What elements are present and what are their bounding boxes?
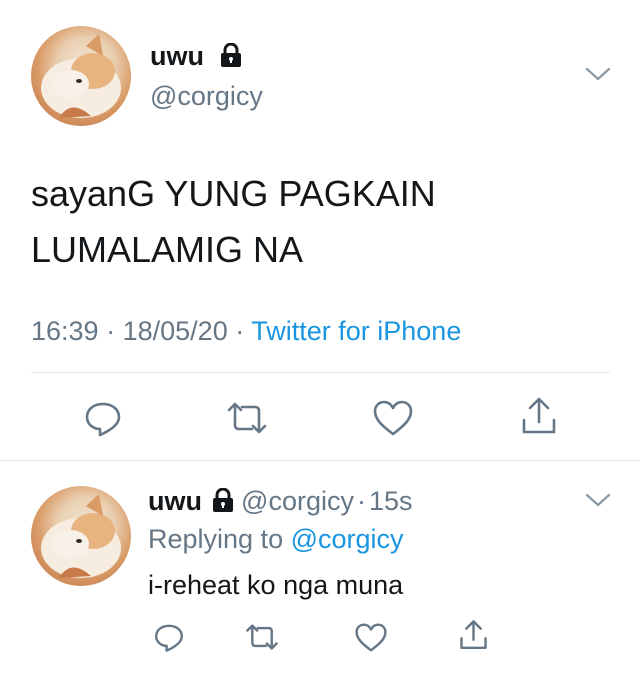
main-handle[interactable]: @corgicy [150,80,263,112]
main-tweet-line-1: sayanG YUNG PAGKAIN [31,173,436,214]
main-display-name-text: uwu [150,41,204,71]
meta-separator: · [106,316,116,346]
replying-to-handle[interactable]: @corgicy [291,524,404,554]
corgi-avatar-image [41,494,121,578]
reply-age: 15s [368,486,413,516]
tweet-date: 18/05/20 [122,316,228,346]
like-icon[interactable] [373,400,413,436]
lock-icon [220,43,242,67]
divider-thread [0,460,640,461]
divider-meta [31,372,610,373]
retweet-icon[interactable] [245,623,279,651]
reply-separator: · [356,486,366,516]
main-tweet-line-2: LUMALAMIG NA [31,229,304,270]
main-avatar[interactable] [31,26,131,126]
tweet-source-link[interactable]: Twitter for iPhone [251,316,461,346]
corgi-avatar-image [41,34,121,118]
lock-icon [212,488,234,512]
reply-display-name[interactable]: uwu [148,486,202,516]
chevron-down-icon[interactable] [585,66,611,82]
main-tweet-meta: 16:39 · 18/05/20 · Twitter for iPhone [31,314,461,348]
reply-header: uwu @corgicy · 15s [148,484,413,518]
chevron-down-icon[interactable] [585,492,611,508]
reply-icon[interactable] [83,398,123,438]
share-icon[interactable] [521,396,557,436]
meta-separator: · [235,316,245,346]
like-icon[interactable] [355,623,387,652]
reply-handle[interactable]: @corgicy [241,486,354,516]
tweet-time: 16:39 [31,316,99,346]
replying-to-label: Replying to [148,524,284,554]
reply-icon[interactable] [153,621,185,653]
replying-to: Replying to @corgicy [148,522,404,556]
reply-avatar[interactable] [31,486,131,586]
reply-tweet-text: i-reheat ko nga muna [148,570,404,600]
main-display-name[interactable]: uwu [150,40,204,72]
main-tweet-text: sayanG YUNG PAGKAIN LUMALAMIG NA [31,166,436,278]
retweet-icon[interactable] [226,401,268,435]
share-icon[interactable] [459,619,488,651]
